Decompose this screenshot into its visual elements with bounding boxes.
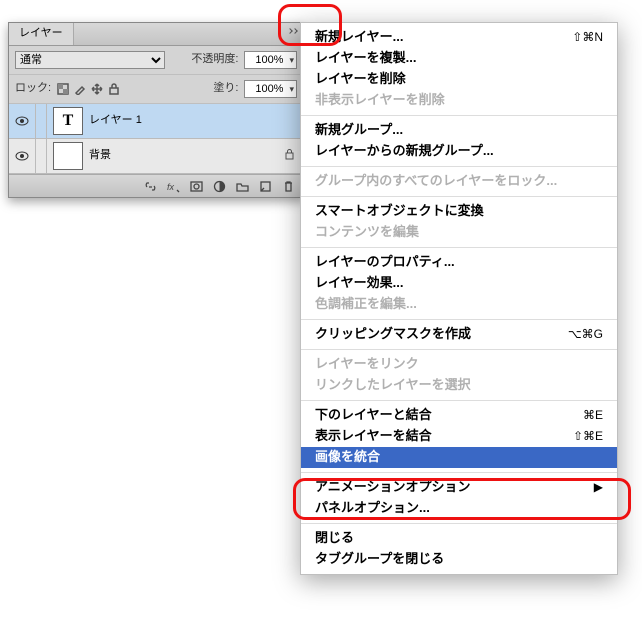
menu-item[interactable]: アニメーションオプション ▶: [301, 477, 617, 498]
menu-item: レイヤーをリンク: [301, 354, 617, 375]
opacity-field[interactable]: ▾: [244, 51, 297, 69]
menu-item[interactable]: レイヤーからの新規グループ...: [301, 141, 617, 162]
lock-brush-icon[interactable]: [74, 83, 86, 95]
menu-shortcut: ⇧⌘N: [572, 29, 603, 46]
new-layer-icon[interactable]: [259, 180, 272, 193]
blend-mode-select[interactable]: 通常: [15, 51, 165, 69]
link-column: [36, 139, 47, 173]
visibility-toggle[interactable]: [9, 139, 36, 173]
lock-all-icon[interactable]: [108, 83, 120, 95]
menu-item-label: レイヤーを複製...: [315, 49, 416, 67]
lock-label: ロック:: [15, 81, 51, 96]
opacity-label: 不透明度:: [191, 52, 238, 67]
menu-item-label: 下のレイヤーと結合: [315, 406, 432, 424]
menu-separator: [301, 247, 617, 248]
trash-icon[interactable]: [282, 180, 295, 193]
lock-buttons: [57, 83, 120, 95]
submenu-arrow-icon: ▶: [594, 479, 603, 496]
menu-item[interactable]: 下のレイヤーと結合 ⌘E: [301, 405, 617, 426]
menu-separator: [301, 166, 617, 167]
menu-item-label: 非表示レイヤーを削除: [315, 91, 445, 109]
menu-item: 色調補正を編集...: [301, 294, 617, 315]
lock-transparency-icon[interactable]: [57, 83, 69, 95]
panel-footer: fx: [9, 174, 303, 197]
menu-item-label: 閉じる: [315, 529, 354, 547]
menu-item-label: レイヤー効果...: [315, 274, 403, 292]
lock-move-icon[interactable]: [91, 83, 103, 95]
menu-shortcut: ⌘E: [583, 407, 603, 424]
chevron-down-icon[interactable]: ▾: [287, 54, 294, 67]
layers-list: T レイヤー 1 背景: [9, 104, 303, 174]
menu-item[interactable]: 表示レイヤーを結合 ⇧⌘E: [301, 426, 617, 447]
menu-item-label: 画像を統合: [315, 448, 380, 466]
menu-item-label: クリッピングマスクを作成: [315, 325, 471, 343]
visibility-toggle[interactable]: [9, 104, 36, 138]
menu-item[interactable]: タブグループを閉じる: [301, 549, 617, 570]
menu-item-label: レイヤーからの新規グループ...: [315, 142, 494, 160]
layers-panel: レイヤー 通常 不透明度: ▾ ロック: 塗り: ▾ T レイヤー 1 背景 fx: [8, 22, 304, 198]
menu-item[interactable]: レイヤーを削除: [301, 69, 617, 90]
panel-menu-button[interactable]: [288, 29, 297, 33]
lock-row: ロック: 塗り: ▾: [9, 75, 303, 104]
menu-item[interactable]: レイヤーのプロパティ...: [301, 252, 617, 273]
menu-separator: [301, 472, 617, 473]
layer-name[interactable]: 背景: [89, 148, 111, 163]
fx-icon[interactable]: fx: [167, 180, 180, 193]
menu-item-label: パネルオプション...: [315, 499, 430, 517]
layer-thumbnail: [53, 142, 83, 170]
menu-item-label: リンクしたレイヤーを選択: [315, 376, 471, 394]
menu-shortcut: ⌥⌘G: [568, 326, 603, 343]
menu-item-label: コンテンツを編集: [315, 223, 419, 241]
menu-item-label: レイヤーをリンク: [315, 355, 419, 373]
layer-name[interactable]: レイヤー 1: [89, 113, 142, 128]
menu-separator: [301, 319, 617, 320]
menu-separator: [301, 115, 617, 116]
menu-item[interactable]: スマートオブジェクトに変換: [301, 201, 617, 222]
menu-item-label: 表示レイヤーを結合: [315, 427, 432, 445]
menu-item[interactable]: パネルオプション...: [301, 498, 617, 519]
menu-item[interactable]: 新規レイヤー... ⇧⌘N: [301, 27, 617, 48]
layer-row[interactable]: T レイヤー 1: [9, 104, 303, 139]
link-column: [36, 104, 47, 138]
fill-field[interactable]: ▾: [244, 80, 297, 98]
lock-icon: [284, 148, 295, 165]
menu-item[interactable]: レイヤー効果...: [301, 273, 617, 294]
mask-icon[interactable]: [190, 180, 203, 193]
menu-separator: [301, 400, 617, 401]
adjustment-icon[interactable]: [213, 180, 226, 193]
menu-item-label: 新規レイヤー...: [315, 28, 403, 46]
menu-item-label: スマートオブジェクトに変換: [315, 202, 484, 220]
menu-item: コンテンツを編集: [301, 222, 617, 243]
layer-row[interactable]: 背景: [9, 139, 303, 174]
panel-flyout-menu: 新規レイヤー...⇧⌘Nレイヤーを複製...レイヤーを削除非表示レイヤーを削除新…: [300, 22, 618, 575]
menu-item-label: 色調補正を編集...: [315, 295, 417, 313]
menu-item: グループ内のすべてのレイヤーをロック...: [301, 171, 617, 192]
menu-item-label: レイヤーを削除: [315, 70, 406, 88]
menu-item[interactable]: 閉じる: [301, 528, 617, 549]
menu-separator: [301, 196, 617, 197]
chevron-down-icon[interactable]: ▾: [287, 83, 294, 96]
link-icon[interactable]: [144, 180, 157, 193]
menu-separator: [301, 523, 617, 524]
panel-tabs: レイヤー: [9, 23, 303, 46]
menu-item-label: アニメーションオプション: [315, 478, 470, 496]
svg-text:fx: fx: [167, 182, 175, 192]
menu-item[interactable]: クリッピングマスクを作成 ⌥⌘G: [301, 324, 617, 345]
layer-thumbnail: T: [53, 107, 83, 135]
menu-item-label: タブグループを閉じる: [315, 550, 444, 568]
menu-item[interactable]: 新規グループ...: [301, 120, 617, 141]
menu-item: 非表示レイヤーを削除: [301, 90, 617, 111]
menu-item-label: レイヤーのプロパティ...: [315, 253, 455, 271]
tab-layers[interactable]: レイヤー: [9, 23, 74, 44]
menu-item-label: グループ内のすべてのレイヤーをロック...: [315, 172, 557, 190]
menu-shortcut: ⇧⌘E: [573, 428, 603, 445]
menu-item-label: 新規グループ...: [315, 121, 403, 139]
menu-item[interactable]: 画像を統合: [301, 447, 617, 468]
fill-label: 塗り:: [213, 81, 238, 96]
menu-separator: [301, 349, 617, 350]
menu-item[interactable]: レイヤーを複製...: [301, 48, 617, 69]
group-icon[interactable]: [236, 180, 249, 193]
menu-item: リンクしたレイヤーを選択: [301, 375, 617, 396]
blend-row: 通常 不透明度: ▾: [9, 46, 303, 75]
